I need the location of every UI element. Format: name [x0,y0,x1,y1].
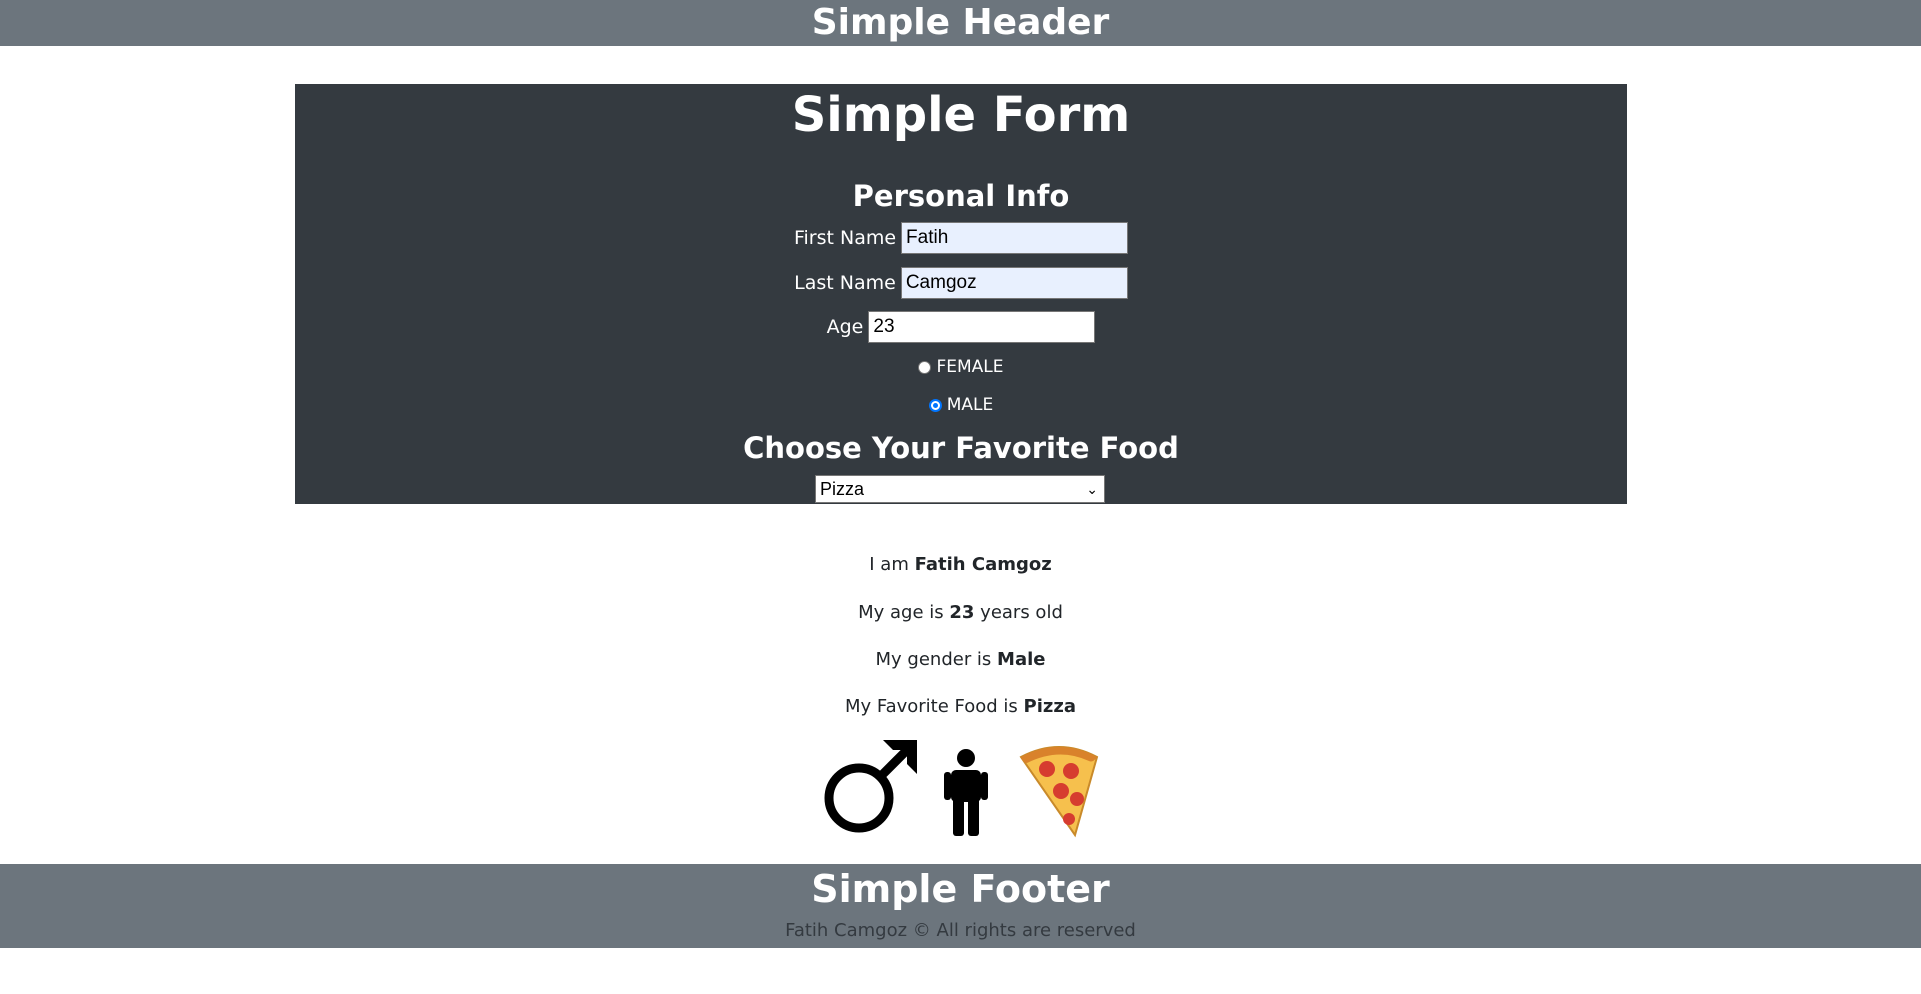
last-name-input[interactable] [900,267,1128,299]
page-header: Simple Header [0,0,1921,46]
gender-option-female[interactable]: FEMALE [295,356,1627,378]
pizza-icon [1019,746,1098,838]
summary-age-prefix: My age is [858,602,950,623]
form-title: Simple Form [791,87,1131,143]
favorite-food-title: Choose Your Favorite Food [743,431,1179,465]
simple-form: Simple Form Personal Info First Name Las… [295,84,1627,504]
favorite-food-selected: Pizza [820,479,865,499]
page-footer: Simple Footer Fatih Camgoz © All rights … [0,864,1921,948]
first-name-label: First Name [793,227,897,249]
summary-name-prefix: I am [869,554,915,575]
age-label: Age [826,316,864,338]
male-symbol-icon [824,740,917,833]
last-name-label: Last Name [794,272,896,294]
age-row: Age [295,311,1627,343]
summary-name: I am Fatih Camgoz [0,554,1921,575]
summary-name-value: Fatih Camgoz [914,554,1052,575]
summary-food-prefix: My Favorite Food is [844,696,1024,717]
footer-title: Simple Footer [811,867,1110,911]
summary-food: My Favorite Food is Pizza [0,696,1921,717]
summary-gender-value: Male [997,649,1046,670]
male-radio[interactable] [928,398,942,412]
summary-age-value: 23 [949,602,975,623]
personal-info-title: Personal Info [852,179,1070,213]
summary-gender: My gender is Male [0,649,1921,670]
first-name-row: First Name [295,222,1627,254]
header-title: Simple Header [811,2,1110,43]
female-radio-label: FEMALE [936,357,1004,377]
first-name-input[interactable] [901,222,1129,254]
summary-food-value: Pizza [1023,696,1076,717]
favorite-food-select[interactable]: Pizza ⌄ [815,475,1105,503]
female-radio[interactable] [918,360,932,374]
age-input[interactable] [868,311,1096,343]
summary-gender-prefix: My gender is [875,649,998,670]
summary-age: My age is 23 years old [0,602,1921,623]
summary-age-suffix: years old [974,602,1063,623]
man-figure-icon [943,749,988,836]
footer-copyright: Fatih Camgoz © All rights are reserved [785,920,1136,941]
male-radio-label: MALE [946,395,994,415]
last-name-row: Last Name [295,267,1627,299]
chevron-down-icon: ⌄ [1086,481,1098,497]
gender-option-male[interactable]: MALE [295,394,1627,416]
summary-icons [0,738,1921,838]
